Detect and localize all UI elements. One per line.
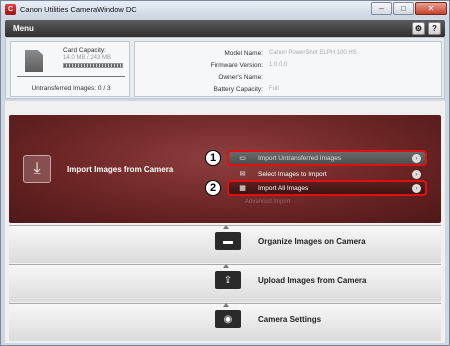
help-icon[interactable]: ? <box>428 22 441 35</box>
import-all-button[interactable]: ▦ Import All Images › <box>227 180 427 196</box>
upload-images-section[interactable]: ⇪ Upload Images from Camera <box>9 264 441 302</box>
import-title: Import Images from Camera <box>67 165 174 174</box>
main-area: ⤓ Import Images from Camera ▭ Import Unt… <box>5 101 445 343</box>
menu-button[interactable]: Menu <box>13 24 34 33</box>
camera-details-box: Model Name: Canon PowerShot ELPH 100 HS … <box>134 41 442 97</box>
expand-arrow-icon <box>223 303 229 307</box>
import-panel: ⤓ Import Images from Camera ▭ Import Unt… <box>9 115 441 223</box>
import-untransferred-button[interactable]: ▭ Import Untransferred Images › <box>227 150 427 166</box>
minimize-button[interactable]: – <box>371 2 392 15</box>
option-label: Import Untransferred Images <box>258 154 342 162</box>
menu-bar: Menu ⚙ ? <box>5 20 445 37</box>
callout-2: 2 <box>205 180 221 196</box>
chevron-right-icon: › <box>412 184 421 193</box>
camera-icon: ◉ <box>215 310 241 328</box>
section-label: Organize Images on Camera <box>258 237 366 246</box>
import-icon: ⤓ <box>23 155 51 183</box>
camera-info-panel: Card Capacity: 14.0 MB / 243 MB Untransf… <box>5 37 445 99</box>
card-capacity-bar <box>63 63 123 68</box>
faded-option: Advanced Import <box>245 199 291 205</box>
section-label: Camera Settings <box>258 315 322 324</box>
camera-settings-section[interactable]: ◉ Camera Settings <box>9 303 441 341</box>
title-bar: C Canon Utilities CameraWindow DC – □ ✕ <box>1 1 449 18</box>
section-label: Upload Images from Camera <box>258 276 367 285</box>
option-label: Select Images to Import <box>258 170 327 178</box>
envelope-icon: ✉ <box>239 171 246 178</box>
close-button[interactable]: ✕ <box>415 2 447 15</box>
detail-row-model: Model Name: Canon PowerShot ELPH 100 HS <box>135 50 443 59</box>
settings-icon[interactable]: ⚙ <box>412 22 425 35</box>
monitor-icon: ▭ <box>239 155 246 162</box>
chevron-right-icon: › <box>412 170 421 179</box>
card-capacity-value: 14.0 MB / 243 MB <box>63 55 112 61</box>
expand-arrow-icon <box>223 225 229 229</box>
window-title: Canon Utilities CameraWindow DC <box>20 5 137 14</box>
detail-label: Model Name: <box>224 50 263 57</box>
detail-value: 1.0.0.0 <box>269 62 288 68</box>
chevron-right-icon: › <box>412 154 421 163</box>
detail-row-firmware: Firmware Version: 1.0.0.0 <box>135 62 443 71</box>
divider <box>17 76 125 77</box>
detail-label: Battery Capacity: <box>213 86 264 93</box>
detail-value: Full <box>269 86 279 92</box>
folder-icon: ▬ <box>215 232 241 250</box>
detail-value: Canon PowerShot ELPH 100 HS <box>269 50 357 56</box>
app-window: C Canon Utilities CameraWindow DC – □ ✕ … <box>0 0 450 346</box>
grid-icon: ▦ <box>239 185 246 192</box>
sd-card-icon <box>25 50 43 72</box>
callout-1: 1 <box>205 150 221 166</box>
app-icon: C <box>5 4 16 15</box>
detail-label: Firmware Version: <box>210 62 263 69</box>
organize-images-section[interactable]: ▬ Organize Images on Camera <box>9 225 441 263</box>
window-controls: – □ ✕ <box>371 2 447 15</box>
detail-label: Owner's Name: <box>218 74 263 81</box>
card-info-box: Card Capacity: 14.0 MB / 243 MB Untransf… <box>10 41 130 97</box>
untransferred-images-count: Untransferred Images: 0 / 3 <box>31 85 111 92</box>
option-label: Import All Images <box>258 184 309 192</box>
detail-row-owner: Owner's Name: <box>135 74 443 83</box>
maximize-button[interactable]: □ <box>393 2 414 15</box>
upload-icon: ⇪ <box>215 271 241 289</box>
select-images-button[interactable]: ✉ Select Images to Import › <box>229 168 425 180</box>
card-capacity-label: Card Capacity: <box>63 47 106 54</box>
detail-row-battery: Battery Capacity: Full <box>135 86 443 95</box>
expand-arrow-icon <box>223 264 229 268</box>
